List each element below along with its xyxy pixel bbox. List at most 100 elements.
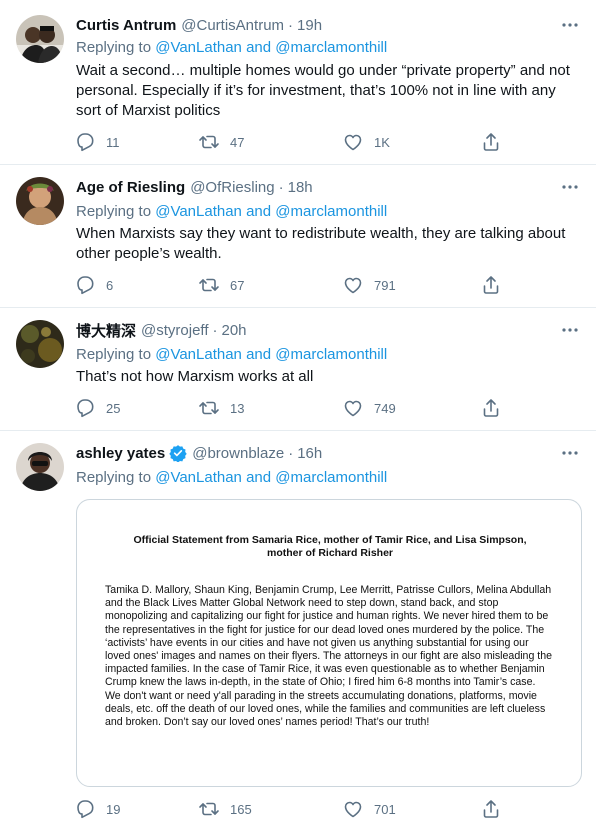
replying-to: Replying to @VanLathan and @marclamonthi… xyxy=(76,202,387,222)
tweet-actions: 11 47 1K xyxy=(68,125,508,159)
mention-and: and xyxy=(246,39,272,56)
display-name[interactable]: 博大精深 xyxy=(76,320,136,341)
retweet-icon xyxy=(199,802,219,816)
statement-body: Tamika D. Mallory, Shaun King, Benjamin … xyxy=(105,584,553,689)
retweet-icon xyxy=(199,278,219,292)
tweet-header: Age of Riesling @OfRiesling · 18h xyxy=(76,176,313,198)
reply-icon xyxy=(77,133,94,152)
reply-icon xyxy=(77,800,94,819)
replying-to: Replying to @VanLathan and @marclamonthi… xyxy=(76,345,387,365)
more-icon[interactable] xyxy=(558,320,582,340)
retweet-count: 165 xyxy=(230,801,252,817)
replying-to: Replying to @VanLathan and @marclamonthi… xyxy=(76,468,387,488)
verified-badge-icon xyxy=(169,444,187,462)
mention-link[interactable]: @marclamonthill xyxy=(275,346,387,363)
like-button[interactable]: 791 xyxy=(336,268,396,302)
timestamp[interactable]: 20h xyxy=(222,322,247,339)
mention-link[interactable]: @marclamonthill xyxy=(275,39,387,56)
reply-count: 6 xyxy=(106,277,114,293)
like-count: 749 xyxy=(374,400,396,416)
more-icon[interactable] xyxy=(558,443,582,463)
mention-link[interactable]: @VanLathan xyxy=(155,39,242,56)
reply-button[interactable]: 11 xyxy=(68,125,120,159)
like-icon xyxy=(344,400,362,417)
mention-link[interactable]: @VanLathan xyxy=(155,346,242,363)
timestamp[interactable]: 19h xyxy=(297,17,322,34)
display-name[interactable]: Age of Riesling xyxy=(76,179,185,196)
like-button[interactable]: 1K xyxy=(336,125,390,159)
more-icon[interactable] xyxy=(558,15,582,35)
mention-and: and xyxy=(246,203,272,220)
avatar[interactable] xyxy=(16,443,64,491)
replying-to: Replying to @VanLathan and @marclamonthi… xyxy=(76,38,387,58)
share-button[interactable] xyxy=(474,268,508,302)
retweet-button[interactable]: 13 xyxy=(192,391,244,425)
mention-and: and xyxy=(246,346,272,363)
tweet-text: That’s not how Marxism works at all xyxy=(76,368,314,385)
like-count: 701 xyxy=(374,801,396,817)
replying-prefix: Replying to xyxy=(76,469,152,486)
display-name[interactable]: ashley yates xyxy=(76,445,165,462)
separator-dot: · xyxy=(212,321,218,339)
tweet-text: Wait a second… multiple homes would go u… xyxy=(76,62,570,119)
mention-link[interactable]: @VanLathan xyxy=(155,469,242,486)
tweet-actions: 6 67 791 xyxy=(68,268,508,302)
user-handle[interactable]: @brownblaze xyxy=(192,445,284,462)
tweet[interactable]: Curtis Antrum @CurtisAntrum · 19h Replyi… xyxy=(0,0,596,165)
mention-link[interactable]: @VanLathan xyxy=(155,203,242,220)
share-icon xyxy=(483,133,499,151)
share-button[interactable] xyxy=(474,391,508,425)
reply-count: 11 xyxy=(106,134,120,150)
like-icon xyxy=(344,801,362,818)
avatar[interactable] xyxy=(16,15,64,63)
statement-image[interactable]: Official Statement from Samaria Rice, mo… xyxy=(76,499,582,787)
tweet-actions: 19 165 701 xyxy=(68,792,508,826)
timestamp[interactable]: 18h xyxy=(288,179,313,196)
reply-button[interactable]: 19 xyxy=(68,792,120,826)
retweet-button[interactable]: 165 xyxy=(192,792,252,826)
separator-dot: · xyxy=(288,16,294,34)
like-count: 1K xyxy=(374,134,390,150)
tweet[interactable]: Age of Riesling @OfRiesling · 18h Replyi… xyxy=(0,165,596,308)
reply-thread: Curtis Antrum @CurtisAntrum · 19h Replyi… xyxy=(0,0,596,836)
tweet-header: ashley yates @brownblaze · 16h xyxy=(76,442,322,464)
more-icon[interactable] xyxy=(558,177,582,197)
user-handle[interactable]: @OfRiesling xyxy=(190,179,274,196)
replying-prefix: Replying to xyxy=(76,39,152,56)
tweet-actions: 25 13 749 xyxy=(68,391,508,425)
statement-title: Official Statement from Samaria Rice, mo… xyxy=(133,534,527,559)
retweet-button[interactable]: 47 xyxy=(192,125,244,159)
avatar[interactable] xyxy=(16,320,64,368)
reply-button[interactable]: 6 xyxy=(68,268,113,302)
like-icon xyxy=(344,277,362,294)
replying-prefix: Replying to xyxy=(76,203,152,220)
share-button[interactable] xyxy=(474,792,508,826)
user-handle[interactable]: @styrojeff xyxy=(141,322,208,339)
like-button[interactable]: 701 xyxy=(336,792,396,826)
user-handle[interactable]: @CurtisAntrum xyxy=(181,17,284,34)
retweet-icon xyxy=(199,401,219,415)
like-button[interactable]: 749 xyxy=(336,391,396,425)
tweet-text: When Marxists say they want to redistrib… xyxy=(76,225,566,262)
reply-icon xyxy=(77,399,94,418)
mention-and: and xyxy=(246,469,272,486)
retweet-button[interactable]: 67 xyxy=(192,268,244,302)
tweet[interactable]: ashley yates @brownblaze · 16h Replying … xyxy=(0,431,596,836)
timestamp[interactable]: 16h xyxy=(297,445,322,462)
tweet[interactable]: 博大精深 @styrojeff · 20h Replying to @VanLa… xyxy=(0,308,596,431)
share-button[interactable] xyxy=(474,125,508,159)
display-name[interactable]: Curtis Antrum xyxy=(76,17,176,34)
retweet-icon xyxy=(199,135,219,149)
share-icon xyxy=(483,800,499,818)
avatar[interactable] xyxy=(16,177,64,225)
tweet-header: 博大精深 @styrojeff · 20h xyxy=(76,319,247,341)
separator-dot: · xyxy=(288,444,294,462)
reply-count: 19 xyxy=(106,801,121,817)
share-icon xyxy=(483,399,499,417)
mention-link[interactable]: @marclamonthill xyxy=(275,203,387,220)
reply-button[interactable]: 25 xyxy=(68,391,120,425)
mention-link[interactable]: @marclamonthill xyxy=(275,469,387,486)
share-icon xyxy=(483,276,499,294)
statement-body-continued: We don't want or need y'all parading in … xyxy=(105,689,546,729)
retweet-count: 67 xyxy=(230,277,245,293)
